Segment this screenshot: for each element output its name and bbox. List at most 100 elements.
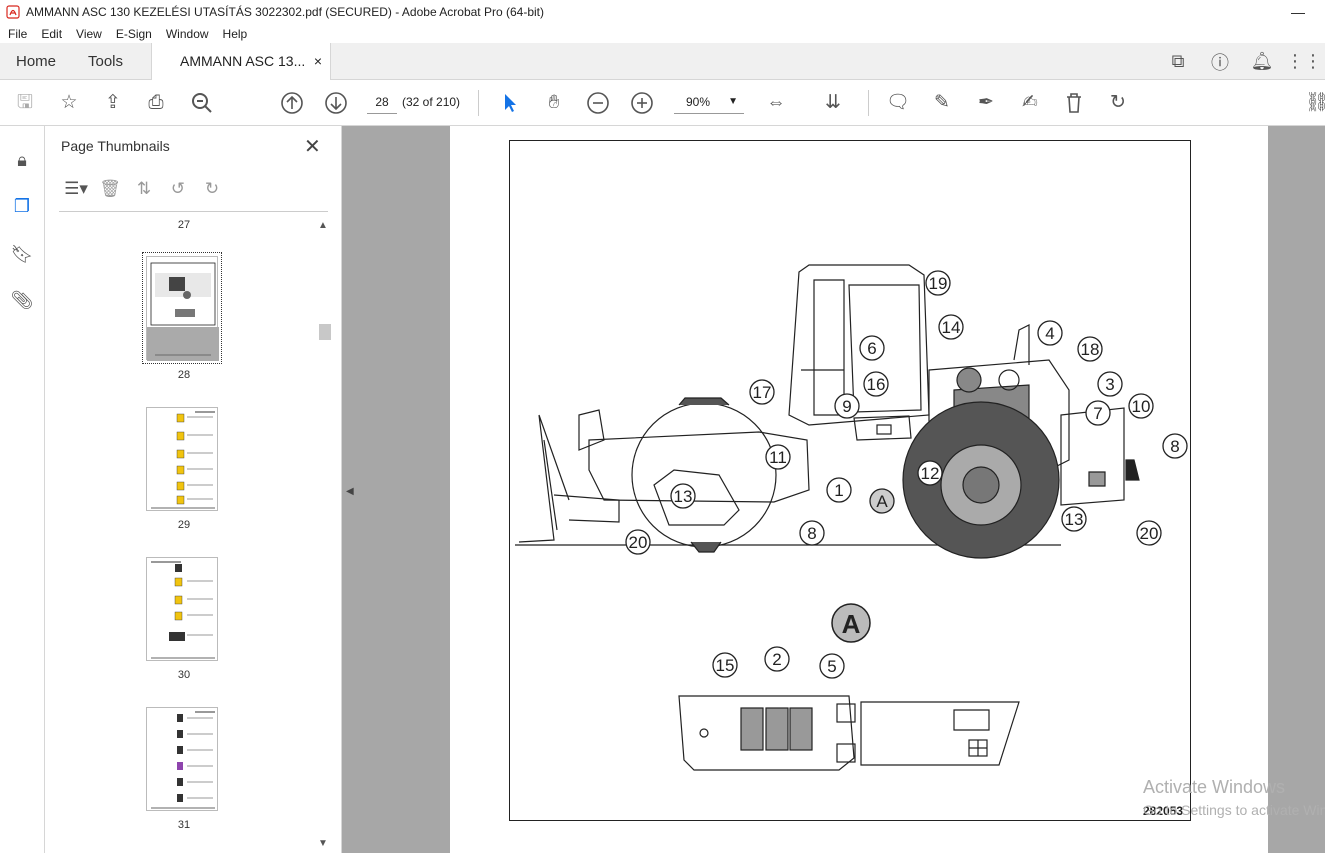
scroll-mode-icon[interactable]: ⇊ [820,90,846,116]
page-thumbnails-icon[interactable]: ❐ [8,192,36,220]
page-31-preview [151,711,215,809]
zoom-in-icon[interactable] [629,90,655,116]
close-tab-icon[interactable]: × [314,43,322,80]
zoom-level-select[interactable]: 90% ▼ [674,90,744,114]
link-icon[interactable]: ⛓︎ [1305,90,1325,116]
page-thumbnail-28[interactable] [142,252,222,364]
callout-label: 6 [867,339,876,358]
toolbar-divider [478,90,479,116]
panel-title: Page Thumbnails [61,138,170,154]
callout-label: 9 [842,397,851,416]
attachments-icon[interactable]: 📎︎ [8,286,36,314]
title-bar: AMMANN ASC 130 KEZELÉSI UTASÍTÁS 3022302… [0,0,1325,24]
callout-label: 18 [1081,340,1100,359]
thumbnails-scrollbar[interactable]: ▲ ▼ [317,218,333,853]
previous-page-icon[interactable] [279,90,305,116]
callout-label: 11 [769,448,787,467]
thumbnail-label: 31 [177,819,191,831]
thumbnail-options-icon[interactable]: ☰▾ [59,179,93,199]
page-29-preview [151,411,215,509]
extract-page-icon[interactable]: ⇅ [127,179,161,199]
bookmark-star-icon[interactable]: ☆ [56,90,82,116]
collapse-panel-icon[interactable]: ◀ [346,486,354,497]
minimize-button[interactable]: — [1291,4,1305,20]
tab-document[interactable]: AMMANN ASC 13... × [151,43,331,80]
tab-document-label: AMMANN ASC 13... [180,53,306,69]
callout-7: 17 [749,379,775,405]
print-icon[interactable]: ⎙ [143,90,169,116]
callout-11: 11 [765,444,791,470]
page-thumbnail-30[interactable] [146,557,218,661]
callout-label: 7 [1093,404,1102,423]
scroll-up-icon[interactable]: ▲ [318,220,328,231]
menu-help[interactable]: Help [215,27,254,41]
callout-5: 18 [1077,336,1103,362]
callout-13: 8 [1162,433,1188,459]
roller-technical-drawing: A 19146164183179 7 101112813 1A13820 20 15 2 5 [515,264,1188,771]
delete-page-icon[interactable]: 🗑︎ [93,179,127,199]
comment-icon[interactable]: 🗨︎ [885,90,911,116]
tab-home[interactable]: Home [16,43,56,80]
next-page-icon[interactable] [323,90,349,116]
callout-16: A [869,488,895,514]
callout-2: 6 [859,335,885,361]
trash-icon[interactable] [1061,90,1087,116]
page-thumbnail-29[interactable] [146,407,218,511]
callout-4: 4 [1037,320,1063,346]
callout-18: 8 [799,520,825,546]
chevron-down-icon: ▼ [728,96,738,107]
select-pointer-icon[interactable] [497,90,523,116]
scroll-down-icon[interactable]: ▼ [318,838,328,849]
menu-edit[interactable]: Edit [33,27,68,41]
thumbnails-panel: Page Thumbnails ✕ ☰▾ 🗑︎ ⇅ ↺ ↻ 27 28 29 3… [45,126,342,853]
hand-tool-icon[interactable]: ✋︎ [541,90,567,116]
highlight-pen-icon[interactable]: ✎ [929,90,955,116]
thumbnail-label: 29 [177,519,191,531]
activate-windows-hint: Go to Settings to activate Windows. [1143,802,1325,818]
page-number-input[interactable]: 28 [367,90,397,114]
thumbnail-label: 27 [177,219,191,231]
save-icon[interactable]: 🖫 [12,90,38,116]
close-panel-icon[interactable]: ✕ [304,134,321,159]
menu-esign[interactable]: E-Sign [108,27,158,41]
lock-icon[interactable]: 🔒︎ [8,146,36,174]
acrobat-icon [6,5,20,19]
edit-pdf-icon[interactable]: ✍︎ [1017,90,1043,116]
callout-label: 13 [1065,510,1084,529]
scrollbar-thumb[interactable] [319,324,331,340]
zoom-level-value: 90% [686,95,711,109]
apps-grid-icon[interactable]: ⋮⋮ [1283,51,1325,72]
upload-cloud-icon[interactable]: ⇪ [100,90,126,116]
callout-6: 3 [1097,371,1123,397]
fit-page-icon[interactable]: ⇔ [763,90,789,116]
menu-window[interactable]: Window [158,27,215,41]
menu-view[interactable]: View [68,27,108,41]
callout-label: 17 [753,383,772,402]
tab-tools[interactable]: Tools [88,43,123,80]
page-thumbnail-31[interactable] [146,707,218,811]
sign-icon[interactable]: ✒︎ [973,90,999,116]
machine-outline [515,264,1140,559]
zoom-search-icon[interactable] [189,90,215,116]
callout-label: 12 [921,464,940,483]
callout-3: 16 [863,371,889,397]
tab-bar: Home Tools AMMANN ASC 13... × ⧉ ⓘ 🔔︎ ⋮⋮ [0,43,1325,80]
share-screen-icon[interactable]: ⧉ [1157,51,1199,72]
panel-divider [59,211,328,212]
rotate-left-icon[interactable]: ↺ [161,179,195,199]
callout-label: 10 [1132,397,1151,416]
activate-windows-watermark: Activate Windows [1143,777,1286,797]
callouts-detail: 15 2 5 [712,646,845,679]
rotate-right-icon[interactable]: ↻ [195,179,229,199]
notification-bell-icon[interactable]: 🔔︎ [1241,51,1283,72]
bookmarks-icon[interactable]: 🔖︎ [8,240,36,268]
help-icon[interactable]: ⓘ [1199,49,1241,75]
callout-label: 1 [834,481,843,500]
detail-callout-label: 15 [716,656,735,675]
zoom-out-icon[interactable] [585,90,611,116]
callout-12: 12 [917,460,943,486]
redo-icon[interactable]: ↻ [1105,90,1131,116]
menu-file[interactable]: File [0,27,33,41]
callout-14: 13 [670,483,696,509]
callout-0: 19 [925,270,951,296]
